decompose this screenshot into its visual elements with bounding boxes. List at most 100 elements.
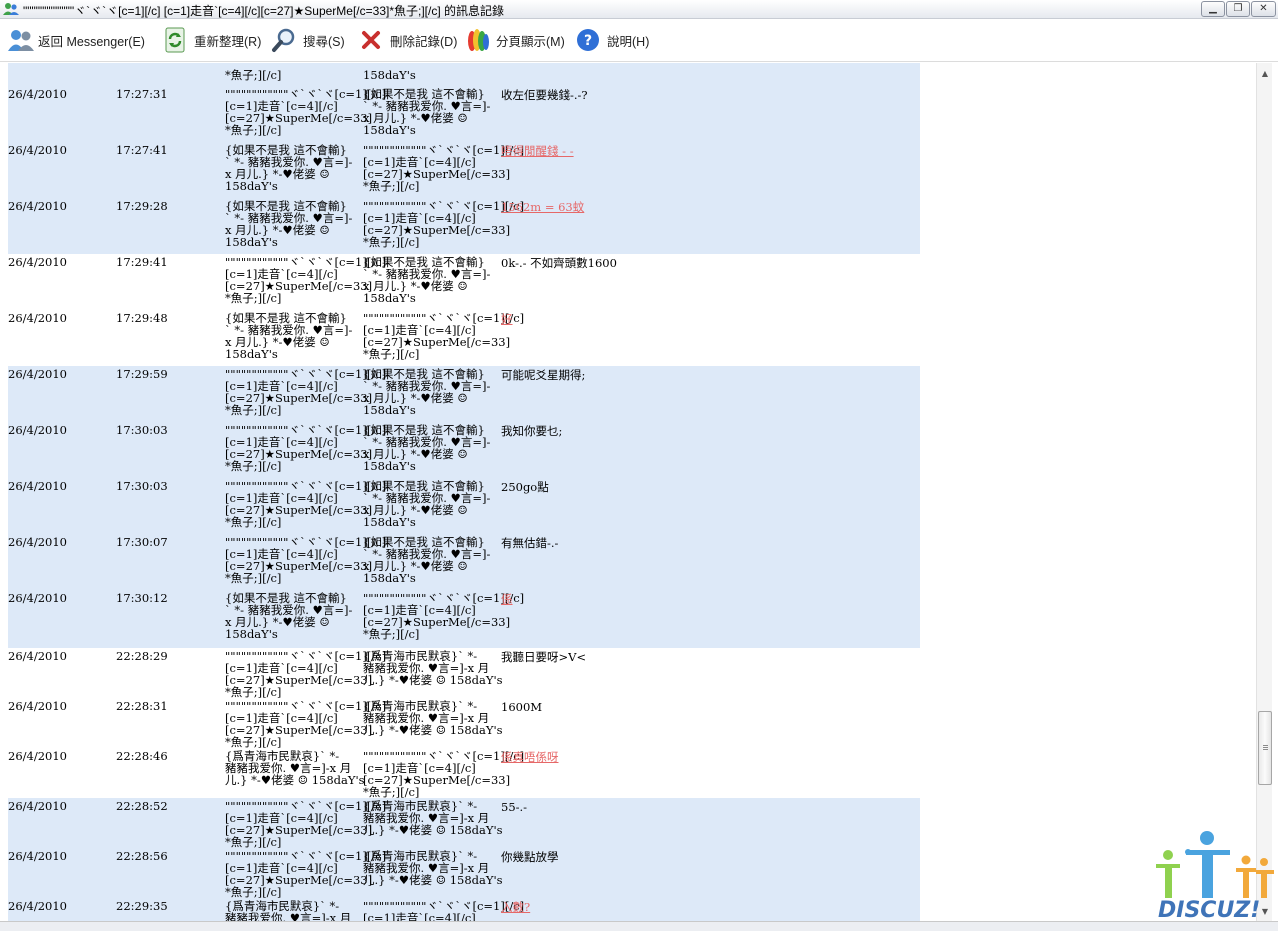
sender-name: {如果不是我 這不會輸} ` *- 豬豬我爱你. ♥言=]- x 月儿.} *-… — [225, 591, 353, 641]
sender-name: {爲青海市民默哀}` *- 豬豬我爱你. ♥言=]-x 月 儿.} *-♥佬婆 … — [225, 749, 365, 787]
message-time: 22:28:52 — [116, 799, 168, 813]
message-link[interactable]: 入數? — [501, 900, 530, 914]
message-text: 0k-.- 不如齊頭數1600 — [501, 256, 617, 270]
message-time: 17:29:59 — [116, 367, 168, 381]
message-time: 17:30:07 — [116, 535, 168, 549]
restore-button[interactable]: ❐ — [1226, 1, 1250, 17]
sender-name: {如果不是我 這不會輸} ` *- 豬豬我爱你. ♥言=]- x 月儿.} *-… — [225, 199, 353, 249]
discuz-watermark: DISCUZ! — [1150, 828, 1276, 924]
watermark-text: DISCUZ! — [1158, 898, 1261, 923]
table-row: 26/4/2010 17:27:31 """"""""""""ヾ`ヾ`ヾ[c=1… — [8, 86, 920, 142]
message-time: 17:29:48 — [116, 311, 168, 325]
message-time: 22:29:35 — [116, 899, 168, 913]
message-date: 26/4/2010 — [8, 255, 67, 269]
table-row: 26/4/2010 17:27:41 {如果不是我 這不會輸} ` *- 豬豬我… — [8, 142, 920, 198]
people-logo-icon — [1156, 831, 1274, 898]
recipient-name: {如果不是我 這不會輸} ` *- 豬豬我爱你. ♥言=]- x 月儿.} *-… — [363, 535, 491, 585]
help-icon: ? — [574, 26, 602, 54]
sender-name: """"""""""""ヾ`ヾ`ヾ[c=1][/c] [c=1]走音`[c=4]… — [225, 535, 387, 585]
status-bar — [0, 921, 1278, 931]
message-link[interactable]: 係 — [501, 592, 513, 606]
table-row: 26/4/2010 17:29:48 {如果不是我 這不會輸} ` *- 豬豬我… — [8, 310, 920, 366]
message-date: 26/4/2010 — [8, 423, 67, 437]
svg-text:?: ? — [584, 33, 592, 49]
back-to-messenger-button[interactable]: 返回 Messenger(E) — [7, 25, 145, 55]
table-row: 26/4/2010 22:28:52 """"""""""""ヾ`ヾ`ヾ[c=1… — [8, 798, 920, 848]
recipient-name: {如果不是我 這不會輸} ` *- 豬豬我爱你. ♥言=]- x 月儿.} *-… — [363, 479, 491, 529]
message-link[interactable]: 唔得閒醒錢 - - — [501, 144, 574, 158]
scroll-thumb[interactable] — [1258, 711, 1272, 785]
table-row: 26/4/2010 17:30:12 {如果不是我 這不會輸} ` *- 豬豬我… — [8, 590, 920, 648]
sender-name: """"""""""""ヾ`ヾ`ヾ[c=1][/c] [c=1]走音`[c=4]… — [225, 367, 387, 417]
message-text: 可能呢爻星期得; — [501, 368, 586, 382]
paging-icon — [463, 26, 491, 54]
table-row: 26/4/2010 22:29:35 {爲青海市民默哀}` *- 豬豬我爱你. … — [8, 898, 920, 921]
help-label: 說明(H) — [607, 34, 650, 49]
message-date: 26/4/2010 — [8, 849, 67, 863]
message-date: 26/4/2010 — [8, 899, 67, 913]
message-date: 26/4/2010 — [8, 143, 67, 157]
table-row: 26/4/2010 17:29:28 {如果不是我 這不會輸} ` *- 豬豬我… — [8, 198, 920, 254]
message-date: 26/4/2010 — [8, 367, 67, 381]
paging-label: 分頁顯示(M) — [496, 34, 565, 49]
message-date: 26/4/2010 — [8, 199, 67, 213]
message-link[interactable]: 好 — [501, 312, 513, 326]
paging-button[interactable]: 分頁顯示(M) — [463, 25, 565, 55]
sender-name: """"""""""""ヾ`ヾ`ヾ[c=1][/c] [c=1]走音`[c=4]… — [225, 87, 387, 137]
recipient-name: {如果不是我 這不會輸} ` *- 豬豬我爱你. ♥言=]- x 月儿.} *-… — [363, 423, 491, 473]
sender-name: {如果不是我 這不會輸} ` *- 豬豬我爱你. ♥言=]- x 月儿.} *-… — [225, 311, 353, 361]
recipient-name: """"""""""""ヾ`ヾ`ヾ[c=1][/c] [c=1]走音`[c=4]… — [363, 199, 525, 249]
recipient-name: """"""""""""ヾ`ヾ`ヾ[c=1][/c] [c=1]走音`[c=4]… — [363, 143, 525, 193]
message-time: 17:30:03 — [116, 423, 168, 437]
table-row: *魚子;][/c] 158daY's — [8, 63, 920, 86]
back-to-messenger-label: 返回 Messenger(E) — [38, 34, 145, 49]
sender-name: """"""""""""ヾ`ヾ`ヾ[c=1][/c] [c=1]走音`[c=4]… — [225, 479, 387, 529]
refresh-button[interactable]: 重新整理(R) — [161, 25, 261, 55]
recipient-name: 158daY's — [363, 68, 416, 82]
minimize-button[interactable]: ▁ — [1201, 1, 1225, 17]
message-time: 22:28:31 — [116, 699, 168, 713]
message-link[interactable]: 1562m = 63蚊 — [501, 200, 584, 214]
message-link[interactable]: 係真唔係呀 — [501, 750, 559, 764]
sender-name: """"""""""""ヾ`ヾ`ヾ[c=1][/c] [c=1]走音`[c=4]… — [225, 699, 387, 749]
message-text: 我聽日要呀>V< — [501, 650, 587, 664]
search-button[interactable]: 搜尋(S) — [270, 25, 345, 55]
recipient-name: {爲青海市民默哀}` *- 豬豬我爱你. ♥言=]-x 月 儿.} *-♥佬婆 … — [363, 849, 503, 887]
table-row: 26/4/2010 17:30:03 """"""""""""ヾ`ヾ`ヾ[c=1… — [8, 422, 920, 478]
message-text: 1600M — [501, 700, 543, 714]
vertical-scrollbar[interactable]: ▲ ▼ — [1256, 63, 1272, 921]
message-date: 26/4/2010 — [8, 799, 67, 813]
sender-name: {如果不是我 這不會輸} ` *- 豬豬我爱你. ♥言=]- x 月儿.} *-… — [225, 143, 353, 193]
message-time: 17:27:41 — [116, 143, 168, 157]
refresh-icon — [161, 26, 189, 54]
message-date: 26/4/2010 — [8, 535, 67, 549]
scroll-up-icon[interactable]: ▲ — [1257, 65, 1273, 81]
message-time: 17:27:31 — [116, 87, 168, 101]
close-button[interactable]: ✕ — [1251, 1, 1276, 17]
sender-name: """"""""""""ヾ`ヾ`ヾ[c=1][/c] [c=1]走音`[c=4]… — [225, 799, 387, 849]
message-date: 26/4/2010 — [8, 649, 67, 663]
sender-name: *魚子;][/c] — [225, 68, 282, 82]
message-time: 22:28:29 — [116, 649, 168, 663]
grip-line — [1263, 747, 1268, 748]
delete-history-button[interactable]: 刪除記錄(D) — [357, 25, 457, 55]
table-row: 26/4/2010 17:30:03 """"""""""""ヾ`ヾ`ヾ[c=1… — [8, 478, 920, 534]
table-row: 26/4/2010 22:28:31 """"""""""""ヾ`ヾ`ヾ[c=1… — [8, 698, 920, 748]
message-time: 17:30:03 — [116, 479, 168, 493]
sender-name: """"""""""""ヾ`ヾ`ヾ[c=1][/c] [c=1]走音`[c=4]… — [225, 423, 387, 473]
sender-name: """"""""""""ヾ`ヾ`ヾ[c=1][/c] [c=1]走音`[c=4]… — [225, 255, 387, 305]
message-date: 26/4/2010 — [8, 591, 67, 605]
message-log[interactable]: *魚子;][/c] 158daY's 26/4/2010 17:27:31 ""… — [0, 63, 1256, 921]
help-button[interactable]: ? 說明(H) — [574, 25, 649, 55]
search-label: 搜尋(S) — [303, 34, 345, 49]
recipient-name: {爲青海市民默哀}` *- 豬豬我爱你. ♥言=]-x 月 儿.} *-♥佬婆 … — [363, 649, 503, 687]
recipient-name: {爲青海市民默哀}` *- 豬豬我爱你. ♥言=]-x 月 儿.} *-♥佬婆 … — [363, 699, 503, 737]
buddies-icon — [7, 26, 35, 54]
recipient-name: """"""""""""ヾ`ヾ`ヾ[c=1][/c] [c=1]走音`[c=4]… — [363, 749, 525, 799]
message-time: 17:29:28 — [116, 199, 168, 213]
toolbar: 返回 Messenger(E) 重新整理(R) 搜尋(S) 刪除記錄(D) 分頁… — [0, 19, 1278, 62]
message-text: 250go點 — [501, 480, 549, 494]
recipient-name: """"""""""""ヾ`ヾ`ヾ[c=1][/c] [c=1]走音`[c=4]… — [363, 899, 525, 921]
table-row: 26/4/2010 17:30:07 """"""""""""ヾ`ヾ`ヾ[c=1… — [8, 534, 920, 590]
table-row: 26/4/2010 17:29:41 """"""""""""ヾ`ヾ`ヾ[c=1… — [8, 254, 920, 310]
